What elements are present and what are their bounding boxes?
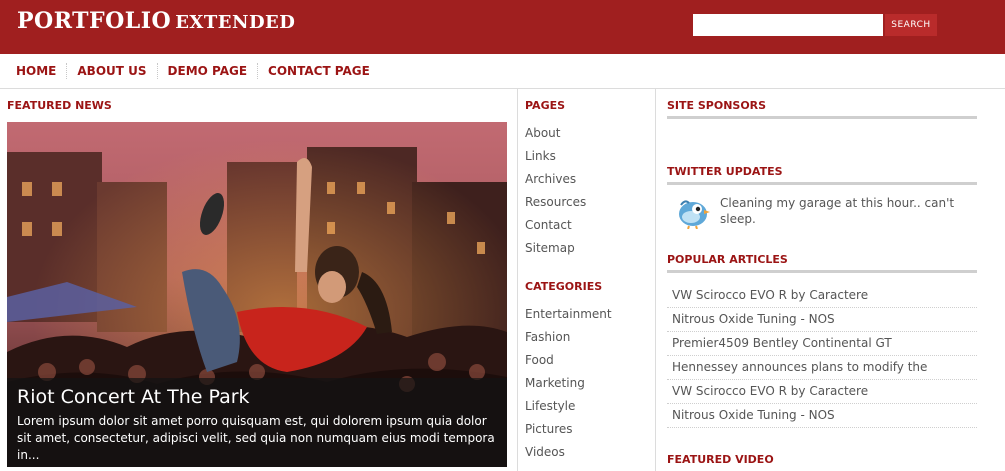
site-header: PORTFOLIO EXTENDED SEARCH <box>0 0 1005 54</box>
search-input[interactable] <box>693 14 883 36</box>
page-link-links[interactable]: Links <box>525 145 586 168</box>
nav-contact-page[interactable]: CONTACT PAGE <box>257 63 380 79</box>
nav-home[interactable]: HOME <box>6 63 66 79</box>
popular-articles-list: VW Scirocco EVO R by Caractere Nitrous O… <box>667 284 977 428</box>
popular-articles-title: POPULAR ARTICLES <box>667 253 977 273</box>
twitter-updates-title: TWITTER UPDATES <box>667 165 977 185</box>
featured-image[interactable]: Riot Concert At The Park Lorem ipsum dol… <box>7 122 507 467</box>
search-button[interactable]: SEARCH <box>885 14 937 36</box>
featured-video-title: FEATURED VIDEO <box>667 453 774 466</box>
categories-list: Entertainment Fashion Food Marketing Lif… <box>525 303 612 464</box>
article-link[interactable]: Nitrous Oxide Tuning - NOS <box>667 308 977 332</box>
page-link-sitemap[interactable]: Sitemap <box>525 237 586 260</box>
category-marketing[interactable]: Marketing <box>525 372 612 395</box>
pages-title: PAGES <box>525 99 566 112</box>
page-link-contact[interactable]: Contact <box>525 214 586 237</box>
pages-list: About Links Archives Resources Contact S… <box>525 122 586 260</box>
featured-caption-title[interactable]: Riot Concert At The Park <box>17 384 497 410</box>
site-sponsors-title: SITE SPONSORS <box>667 99 977 119</box>
tweet-text: Cleaning my garage at this hour.. can't … <box>720 196 955 226</box>
featured-news-title: FEATURED NEWS <box>7 99 112 112</box>
article-link[interactable]: Premier4509 Bentley Continental GT <box>667 332 977 356</box>
nav-about-us[interactable]: ABOUT US <box>66 63 156 79</box>
article-link[interactable]: Nitrous Oxide Tuning - NOS <box>667 404 977 428</box>
article-link[interactable]: VW Scirocco EVO R by Caractere <box>667 380 977 404</box>
logo-main-text: PORTFOLIO <box>17 8 172 34</box>
category-lifestyle[interactable]: Lifestyle <box>525 395 612 418</box>
main-nav: HOME ABOUT US DEMO PAGE CONTACT PAGE <box>0 54 1005 89</box>
page-link-archives[interactable]: Archives <box>525 168 586 191</box>
featured-caption: Riot Concert At The Park Lorem ipsum dol… <box>7 378 507 467</box>
site-logo[interactable]: PORTFOLIO EXTENDED <box>17 8 295 34</box>
category-videos[interactable]: Videos <box>525 441 612 464</box>
category-pictures[interactable]: Pictures <box>525 418 612 441</box>
article-link[interactable]: VW Scirocco EVO R by Caractere <box>667 284 977 308</box>
page-link-about[interactable]: About <box>525 122 586 145</box>
nav-demo-page[interactable]: DEMO PAGE <box>156 63 258 79</box>
category-fashion[interactable]: Fashion <box>525 326 612 349</box>
featured-caption-text: Lorem ipsum dolor sit amet porro quisqua… <box>17 414 495 462</box>
category-entertainment[interactable]: Entertainment <box>525 303 612 326</box>
categories-title: CATEGORIES <box>525 280 603 293</box>
page-link-resources[interactable]: Resources <box>525 191 586 214</box>
logo-sub-text: EXTENDED <box>175 12 296 33</box>
bird-icon <box>679 200 710 229</box>
category-food[interactable]: Food <box>525 349 612 372</box>
article-link[interactable]: Hennessey announces plans to modify the <box>667 356 977 380</box>
middle-column: PAGES About Links Archives Resources Con… <box>517 89 656 471</box>
